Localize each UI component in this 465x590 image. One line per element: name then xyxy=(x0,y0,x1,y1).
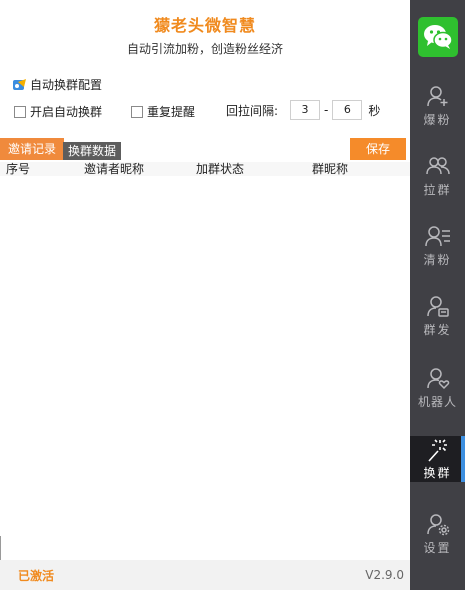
user-settings-icon xyxy=(426,514,449,536)
save-button[interactable]: 保存 xyxy=(350,138,406,160)
nav-label: 拉群 xyxy=(423,183,452,197)
user-heart-icon xyxy=(426,368,449,390)
checkbox-box[interactable] xyxy=(131,105,143,118)
config-options-row: 开启自动换群 重复提醒 回拉间隔: 3 - 6 秒 xyxy=(14,100,404,120)
users-group-icon xyxy=(425,157,450,175)
nav-label: 清粉 xyxy=(423,253,452,267)
interval-separator: - xyxy=(324,103,329,117)
nav-item-switch-group[interactable]: 换群 xyxy=(410,436,465,482)
column-header-status[interactable]: 加群状态 xyxy=(196,162,244,176)
checkbox-box[interactable] xyxy=(14,105,26,118)
nav-label: 爆粉 xyxy=(423,113,452,127)
auto-switch-checkbox[interactable]: 开启自动换群 xyxy=(14,103,102,120)
main-panel: 獴老头微智慧 自动引流加粉，创造粉丝经济 自动换群配置 开启自动换群 重复提醒 … xyxy=(0,0,410,590)
nav-label: 机器人 xyxy=(417,395,457,409)
interval-group: 回拉间隔: 3 - 6 秒 xyxy=(226,100,380,120)
interval-max-input[interactable]: 6 xyxy=(332,100,363,120)
config-icon xyxy=(13,78,26,90)
nav-label: 换群 xyxy=(423,466,452,480)
user-list-icon xyxy=(424,226,450,247)
magic-wand-icon xyxy=(427,439,447,462)
version-label: V2.9.0 xyxy=(365,568,404,582)
app-subtitle: 自动引流加粉，创造粉丝经济 xyxy=(126,42,283,56)
tab-row: 邀请记录 换群数据 保存 xyxy=(0,138,410,162)
user-message-icon xyxy=(426,296,449,317)
active-indicator xyxy=(461,436,465,482)
nav-item-mass-send[interactable]: 群发 xyxy=(410,290,465,350)
column-header-index[interactable]: 序号 xyxy=(6,162,30,176)
interval-label: 回拉间隔: xyxy=(226,103,279,118)
nav-item-clear-fans[interactable]: 清粉 xyxy=(410,220,465,280)
config-section-label: 自动换群配置 xyxy=(30,78,103,92)
activation-status: 已激活 xyxy=(18,569,55,583)
nav-item-pull-group[interactable]: 拉群 xyxy=(410,150,465,210)
wechat-logo-icon xyxy=(418,17,458,57)
status-bar: 已激活 V2.9.0 xyxy=(0,560,410,590)
records-table-body[interactable] xyxy=(0,176,410,556)
table-header: 序号 邀请者昵称 加群状态 群昵称 xyxy=(0,162,410,176)
nav-label: 设置 xyxy=(423,541,452,555)
tab-invite-records[interactable]: 邀请记录 xyxy=(0,138,64,160)
nav-item-settings[interactable]: 设置 xyxy=(410,508,465,568)
table-edge-line xyxy=(0,536,1,560)
repeat-reminder-checkbox[interactable]: 重复提醒 xyxy=(131,103,195,120)
app-title: 獴老头微智慧 xyxy=(153,16,256,35)
tab-switch-data[interactable]: 换群数据 xyxy=(63,142,121,160)
config-section-title: 自动换群配置 xyxy=(12,76,102,93)
nav-label: 群发 xyxy=(423,323,452,337)
nav-item-robot[interactable]: 机器人 xyxy=(410,362,465,422)
sidebar: 爆粉 拉群 清粉 群发 机器人 换群 设置 xyxy=(410,0,465,590)
column-header-group-nickname[interactable]: 群昵称 xyxy=(312,162,348,176)
interval-unit: 秒 xyxy=(368,103,381,118)
auto-switch-label: 开启自动换群 xyxy=(30,105,103,119)
nav-item-boost-fans[interactable]: 爆粉 xyxy=(410,80,465,140)
interval-min-input[interactable]: 3 xyxy=(290,100,321,120)
column-header-inviter[interactable]: 邀请者昵称 xyxy=(84,162,144,176)
user-add-icon xyxy=(426,86,447,107)
repeat-reminder-label: 重复提醒 xyxy=(147,105,196,119)
